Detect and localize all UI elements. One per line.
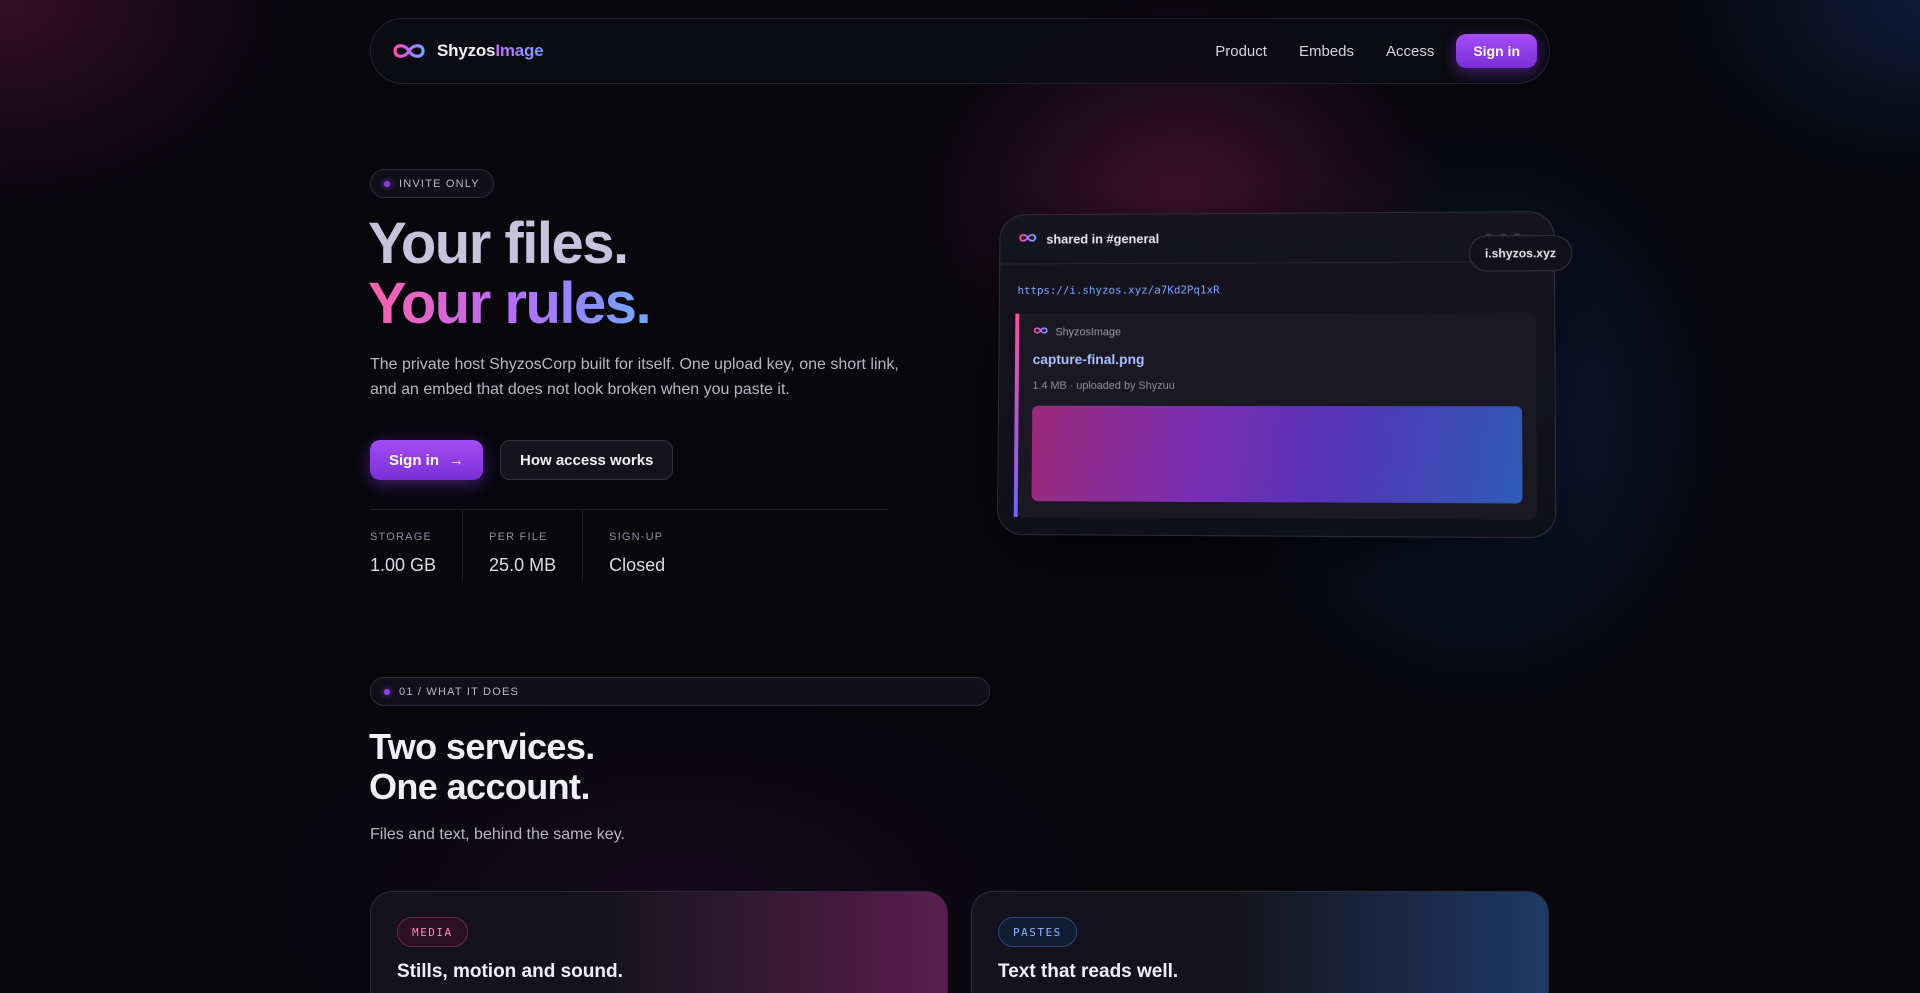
nav-link-embeds[interactable]: Embeds <box>1299 43 1354 60</box>
stat-value: 25.0 MB <box>489 555 557 575</box>
stat-signup: SIGN-UP Closed <box>582 510 691 581</box>
link-embed-card: ShyzosImage capture-final.png 1.4 MB · u… <box>1013 312 1537 520</box>
embed-file-title[interactable]: capture-final.png <box>1033 351 1522 367</box>
shared-link[interactable]: https://i.shyzos.xyz/a7Kd2Pq1xR <box>1000 262 1554 297</box>
pastes-service-card[interactable]: PASTES Text that reads well. <box>971 891 1549 993</box>
hero-description: The private host ShyzosCorp built for it… <box>370 356 899 398</box>
pastes-tag: PASTES <box>998 917 1077 947</box>
embed-image-preview <box>1031 405 1523 504</box>
stat-value: 1.00 GB <box>370 555 437 575</box>
background-glow <box>0 0 1920 993</box>
embed-preview-window: shared in #general i.shyzos.xyz https://… <box>996 211 1573 539</box>
embed-provider-name: ShyzosImage <box>1055 325 1122 338</box>
stat-value: Closed <box>609 555 666 575</box>
stat-label: PER FILE <box>489 531 548 543</box>
section-title: Two services. One account. <box>369 727 595 807</box>
stat-per-file: PER FILE 25.0 MB <box>462 510 582 581</box>
nav-links: Product Embeds Access <box>1215 43 1434 60</box>
status-dot <box>384 688 390 695</box>
hero-title-line2: Your rules. <box>368 271 652 336</box>
section-title-line1: Two services. <box>369 726 595 767</box>
media-tag: MEDIA <box>397 917 468 947</box>
embed-file-meta: 1.4 MB · uploaded by Shyzuu <box>1032 379 1175 392</box>
hero-signin-label: Sign in <box>389 451 439 469</box>
media-card-heading: Stills, motion and sound. <box>397 961 623 982</box>
embed-provider: ShyzosImage <box>1033 325 1522 339</box>
how-access-works-button[interactable]: How access works <box>500 440 674 480</box>
pastes-card-heading: Text that reads well. <box>998 961 1179 982</box>
section-badge: 01 / WHAT IT DOES <box>370 677 990 706</box>
nav-signin-button[interactable]: Sign in <box>1456 34 1537 68</box>
brand-name: ShyzosImage <box>437 41 544 60</box>
status-dot <box>384 180 390 187</box>
invite-only-label: INVITE ONLY <box>399 177 480 190</box>
stat-label: STORAGE <box>370 531 432 543</box>
infinity-icon <box>1018 230 1038 248</box>
nav-link-product[interactable]: Product <box>1215 43 1267 60</box>
channel-title: shared in #general <box>1046 231 1160 247</box>
hero-title: Your files. Your rules. <box>368 211 652 336</box>
brand[interactable]: ShyzosImage <box>391 41 544 61</box>
stat-storage: STORAGE 1.00 GB <box>370 510 462 581</box>
invite-only-badge: INVITE ONLY <box>370 169 494 198</box>
nav-link-access[interactable]: Access <box>1386 43 1434 60</box>
domain-tag: i.shyzos.xyz <box>1468 235 1573 272</box>
hero-cta-group: Sign in → How access works <box>370 440 674 480</box>
top-navbar: ShyzosImage Product Embeds Access Sign i… <box>370 18 1550 84</box>
media-service-card[interactable]: MEDIA Stills, motion and sound. <box>370 891 948 993</box>
hero-title-line1: Your files. <box>368 211 629 276</box>
infinity-icon <box>391 41 427 61</box>
infinity-icon <box>1033 326 1049 339</box>
section-description: Files and text, behind the same key. <box>370 826 625 843</box>
arrow-right-icon: → <box>449 451 464 469</box>
stats-row: STORAGE 1.00 GB PER FILE 25.0 MB SIGN-UP… <box>370 509 888 581</box>
hero-signin-button[interactable]: Sign in → <box>370 440 483 480</box>
section-title-line2: One account. <box>369 766 590 807</box>
section-badge-label: 01 / WHAT IT DOES <box>399 685 520 698</box>
stat-label: SIGN-UP <box>609 531 664 543</box>
